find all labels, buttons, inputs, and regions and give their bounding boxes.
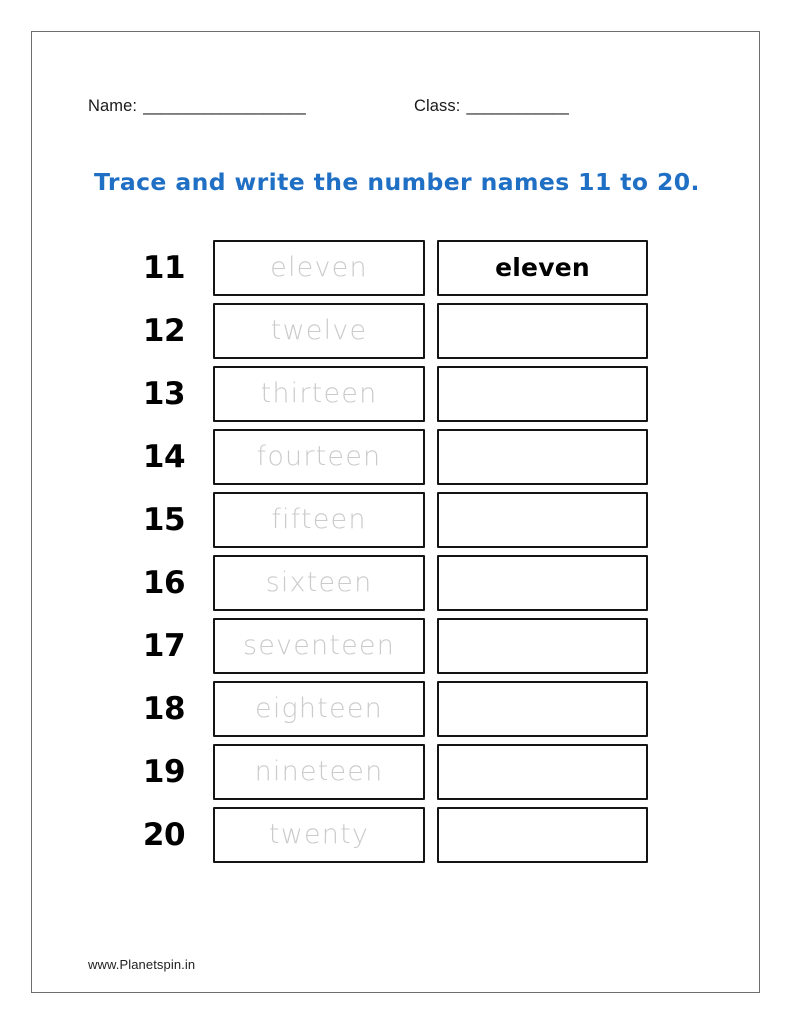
trace-row: 12 twelve: [0, 303, 791, 366]
name-write-line[interactable]: ___________________: [143, 97, 306, 116]
write-word-box[interactable]: [437, 366, 648, 422]
trace-row: 19 nineteen: [0, 744, 791, 807]
trace-word-box[interactable]: seventeen: [213, 618, 425, 674]
trace-word-box[interactable]: nineteen: [213, 744, 425, 800]
trace-word-box[interactable]: fifteen: [213, 492, 425, 548]
trace-word-text: twelve: [270, 314, 368, 346]
row-numeral: 17: [142, 628, 186, 664]
trace-word-box[interactable]: thirteen: [213, 366, 425, 422]
row-numeral: 19: [142, 754, 186, 790]
trace-row: 11 eleven eleven: [0, 240, 791, 303]
trace-word-box[interactable]: sixteen: [213, 555, 425, 611]
written-word-text: eleven: [495, 252, 590, 282]
page-title: Trace and write the number names 11 to 2…: [94, 168, 700, 196]
write-word-box[interactable]: eleven: [437, 240, 648, 296]
trace-word-text: eighteen: [255, 692, 383, 724]
trace-word-text: eleven: [270, 251, 368, 283]
trace-row: 16 sixteen: [0, 555, 791, 618]
row-numeral: 13: [142, 376, 186, 412]
trace-rows-list: 11 eleven eleven 12 twelve 13 thirteen 14 fourte…: [0, 240, 791, 870]
row-numeral: 16: [142, 565, 186, 601]
trace-row: 20 twenty: [0, 807, 791, 870]
write-word-box[interactable]: [437, 744, 648, 800]
worksheet-page: Name: ___________________ Class: _______…: [0, 0, 791, 1024]
write-word-box[interactable]: [437, 618, 648, 674]
trace-word-text: sixteen: [265, 566, 373, 598]
class-write-line[interactable]: ____________: [466, 97, 569, 116]
trace-word-box[interactable]: twelve: [213, 303, 425, 359]
row-numeral: 11: [142, 250, 186, 286]
row-numeral: 12: [142, 313, 186, 349]
write-word-box[interactable]: [437, 807, 648, 863]
trace-word-text: fourteen: [256, 440, 382, 472]
trace-word-box[interactable]: fourteen: [213, 429, 425, 485]
name-label: Name:: [88, 97, 138, 115]
trace-row: 17 seventeen: [0, 618, 791, 681]
trace-word-box[interactable]: twenty: [213, 807, 425, 863]
name-field[interactable]: Name: ___________________: [88, 97, 306, 116]
row-numeral: 20: [142, 817, 186, 853]
write-word-box[interactable]: [437, 681, 648, 737]
trace-word-text: nineteen: [254, 755, 384, 787]
trace-word-box[interactable]: eleven: [213, 240, 425, 296]
trace-row: 13 thirteen: [0, 366, 791, 429]
footer-website: www.Planetspin.in: [88, 957, 196, 972]
trace-word-box[interactable]: eighteen: [213, 681, 425, 737]
student-info-header: Name: ___________________ Class: _______…: [88, 97, 688, 123]
trace-row: 14 fourteen: [0, 429, 791, 492]
write-word-box[interactable]: [437, 429, 648, 485]
trace-word-text: twenty: [268, 818, 370, 850]
write-word-box[interactable]: [437, 555, 648, 611]
trace-word-text: thirteen: [260, 377, 378, 409]
row-numeral: 14: [142, 439, 186, 475]
write-word-box[interactable]: [437, 303, 648, 359]
class-field[interactable]: Class: ____________: [414, 97, 569, 116]
trace-row: 15 fifteen: [0, 492, 791, 555]
trace-word-text: seventeen: [242, 629, 396, 661]
row-numeral: 18: [142, 691, 186, 727]
trace-word-text: fifteen: [271, 503, 367, 535]
write-word-box[interactable]: [437, 492, 648, 548]
class-label: Class:: [414, 97, 461, 115]
trace-row: 18 eighteen: [0, 681, 791, 744]
row-numeral: 15: [142, 502, 186, 538]
